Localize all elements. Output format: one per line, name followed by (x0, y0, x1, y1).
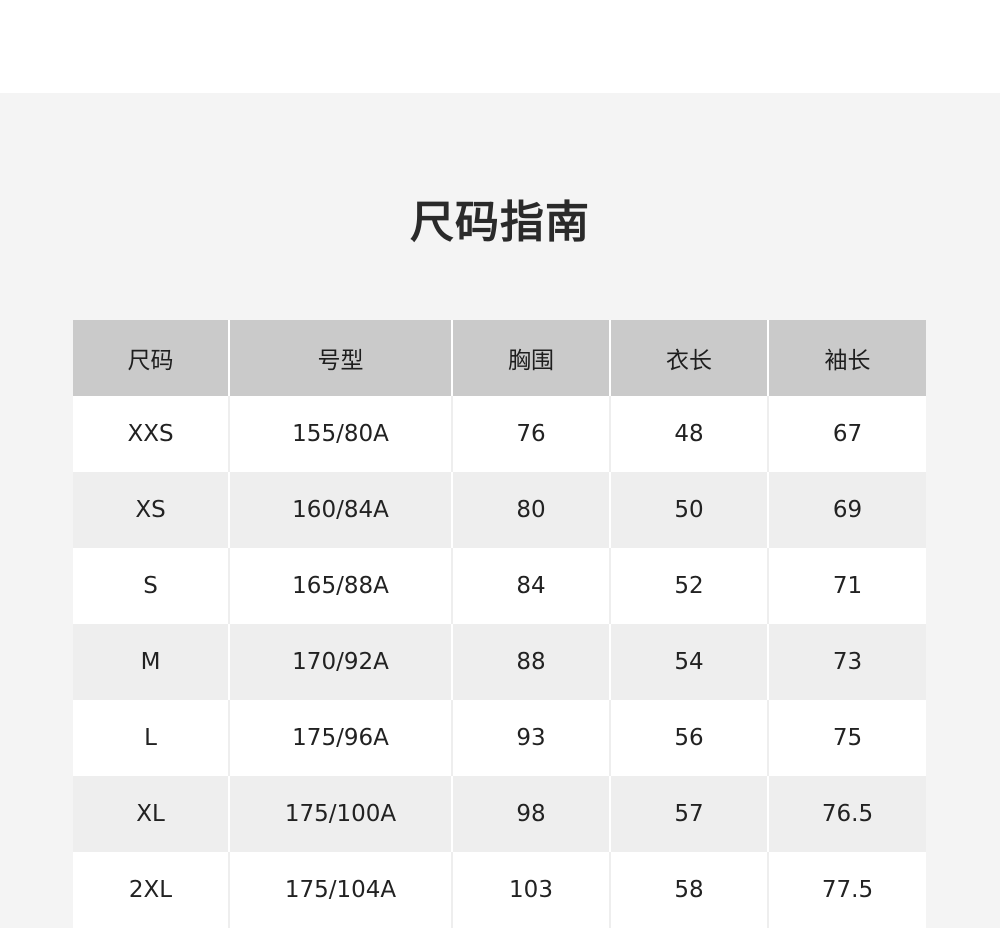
cell-chest: 84 (453, 548, 611, 624)
table-row: 2XL 175/104A 103 58 77.5 (73, 852, 926, 928)
cell-chest: 80 (453, 472, 611, 548)
table-row: XS 160/84A 80 50 69 (73, 472, 926, 548)
cell-body-type: 170/92A (230, 624, 453, 700)
top-blank-band (0, 0, 1000, 93)
header-length: 衣长 (611, 320, 769, 396)
cell-body-type: 175/96A (230, 700, 453, 776)
cell-body-type: 165/88A (230, 548, 453, 624)
cell-chest: 103 (453, 852, 611, 928)
header-size: 尺码 (73, 320, 230, 396)
cell-size: XL (73, 776, 230, 852)
cell-size: XXS (73, 396, 230, 472)
cell-size: XS (73, 472, 230, 548)
cell-length: 54 (611, 624, 769, 700)
cell-size: L (73, 700, 230, 776)
page-title: 尺码指南 (410, 197, 590, 248)
cell-size: M (73, 624, 230, 700)
header-sleeve: 袖长 (769, 320, 926, 396)
cell-size: 2XL (73, 852, 230, 928)
size-chart-table: 尺码 号型 胸围 衣长 袖长 XXS 155/80A 76 48 67 XS 1… (73, 320, 926, 928)
header-chest: 胸围 (453, 320, 611, 396)
cell-body-type: 160/84A (230, 472, 453, 548)
cell-length: 56 (611, 700, 769, 776)
table-row: XXS 155/80A 76 48 67 (73, 396, 926, 472)
header-body-type: 号型 (230, 320, 453, 396)
cell-sleeve: 67 (769, 396, 926, 472)
size-guide-panel: 尺码指南 尺码 号型 胸围 衣长 袖长 XXS 155/80A 76 48 67 (0, 93, 1000, 928)
cell-body-type: 155/80A (230, 396, 453, 472)
cell-chest: 76 (453, 396, 611, 472)
cell-sleeve: 76.5 (769, 776, 926, 852)
table-header-row: 尺码 号型 胸围 衣长 袖长 (73, 320, 926, 396)
table-row: L 175/96A 93 56 75 (73, 700, 926, 776)
cell-length: 50 (611, 472, 769, 548)
cell-body-type: 175/100A (230, 776, 453, 852)
cell-sleeve: 73 (769, 624, 926, 700)
table-row: M 170/92A 88 54 73 (73, 624, 926, 700)
cell-chest: 88 (453, 624, 611, 700)
cell-length: 58 (611, 852, 769, 928)
table-row: XL 175/100A 98 57 76.5 (73, 776, 926, 852)
table-row: S 165/88A 84 52 71 (73, 548, 926, 624)
cell-length: 57 (611, 776, 769, 852)
cell-chest: 93 (453, 700, 611, 776)
cell-body-type: 175/104A (230, 852, 453, 928)
cell-sleeve: 75 (769, 700, 926, 776)
cell-length: 48 (611, 396, 769, 472)
cell-chest: 98 (453, 776, 611, 852)
cell-sleeve: 77.5 (769, 852, 926, 928)
cell-sleeve: 69 (769, 472, 926, 548)
cell-sleeve: 71 (769, 548, 926, 624)
cell-size: S (73, 548, 230, 624)
cell-length: 52 (611, 548, 769, 624)
